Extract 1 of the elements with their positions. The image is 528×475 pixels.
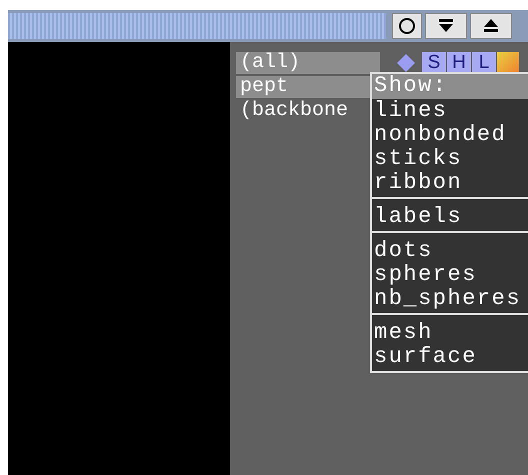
menu-title: Show: [372, 74, 528, 99]
